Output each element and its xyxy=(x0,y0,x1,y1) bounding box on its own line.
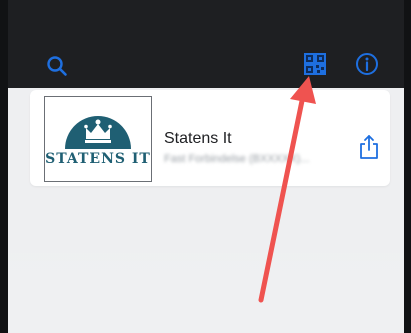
card-title: Statens It xyxy=(164,130,232,147)
qr-code-icon xyxy=(304,53,326,75)
search-icon xyxy=(47,56,67,76)
search-button[interactable] xyxy=(44,53,70,79)
share-button[interactable] xyxy=(358,134,380,160)
share-icon xyxy=(360,135,378,159)
certificate-card[interactable]: STATENS IT Statens It Fast Forbindelse (… xyxy=(30,90,390,186)
qr-code-button[interactable] xyxy=(302,51,328,77)
top-navigation-bar xyxy=(8,0,404,88)
info-button[interactable] xyxy=(354,51,380,77)
statens-it-logo: STATENS IT xyxy=(44,96,152,182)
card-subtitle: Fast Forbindelse (BXXXXX)... xyxy=(164,153,310,165)
app-screen: STATENS IT Statens It Fast Forbindelse (… xyxy=(8,0,404,333)
info-icon xyxy=(356,53,378,75)
crown-logo-icon xyxy=(65,116,131,149)
logo-wordmark: STATENS IT xyxy=(45,151,151,167)
